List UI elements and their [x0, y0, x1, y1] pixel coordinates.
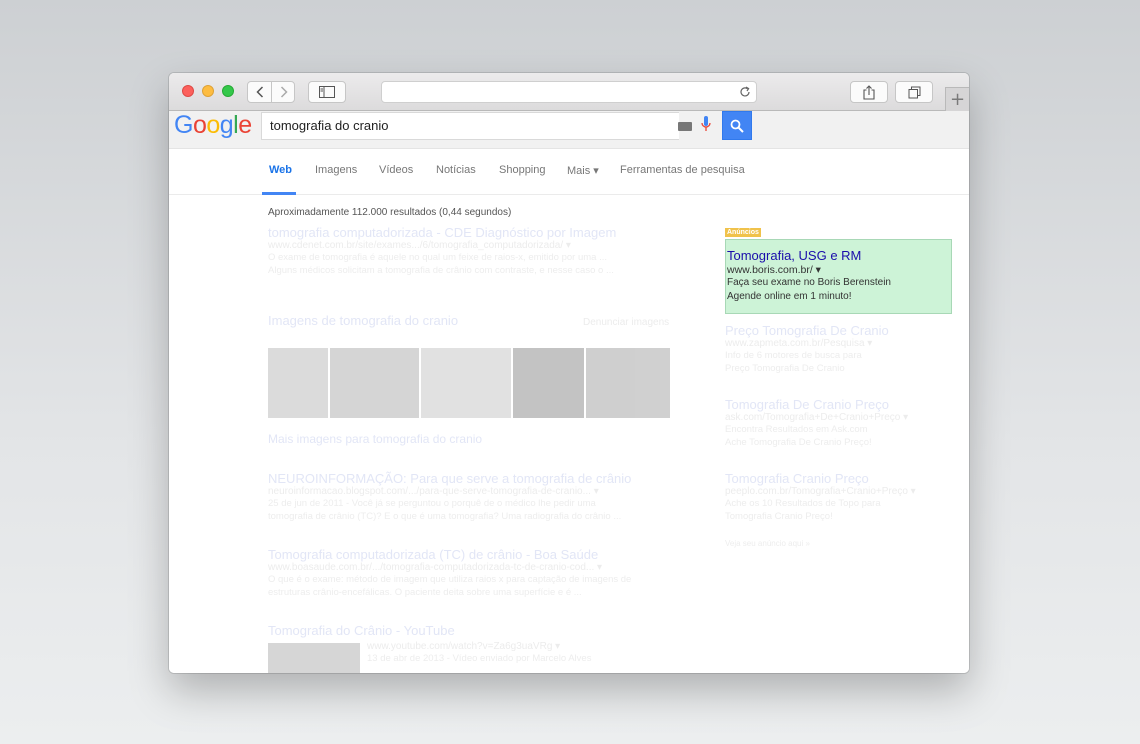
microphone-icon[interactable] [701, 116, 711, 133]
search-button[interactable] [722, 111, 752, 140]
image-thumb[interactable] [268, 348, 328, 418]
result-url: www.youtube.com/watch?v=Za6g3uaVRg ▾ [367, 641, 561, 652]
forward-button[interactable] [272, 82, 295, 102]
ad-text: Agende online em 1 minuto! [727, 291, 852, 302]
tabs-icon [908, 86, 920, 98]
google-logo[interactable]: Google [174, 111, 252, 140]
tab-shopping[interactable]: Shopping [499, 164, 546, 176]
result-stats: Aproximadamente 112.000 resultados (0,44… [268, 207, 512, 218]
sidebar-icon [319, 86, 335, 98]
tab-news[interactable]: Notícias [436, 164, 476, 176]
ad-title[interactable]: Tomografia, USG e RM [727, 248, 951, 263]
ad-url: ask.com/Tomografia+De+Cranio+Preço ▾ [725, 412, 909, 423]
image-thumb[interactable] [421, 348, 511, 418]
minimize-window-button[interactable] [202, 85, 214, 97]
ad-url: peeplo.com.br/Tomografia+Cranio+Preço ▾ [725, 486, 916, 497]
keyboard-icon[interactable] [678, 122, 692, 131]
images-heading[interactable]: Imagens de tomografia do cranio [268, 313, 458, 328]
close-window-button[interactable] [182, 85, 194, 97]
ad-url: www.zapmeta.com.br/Pesquisa ▾ [725, 338, 873, 349]
chevron-right-icon [280, 86, 288, 98]
chevron-left-icon [255, 86, 263, 98]
result-title[interactable]: Tomografia computadorizada (TC) de crâni… [268, 547, 631, 562]
image-results-strip [268, 348, 671, 418]
result-item[interactable]: Tomografia computadorizada (TC) de crâni… [268, 547, 631, 599]
google-header: Google tomografia do cranio [169, 111, 969, 149]
ad-text: Preço Tomografia De Cranio [725, 363, 845, 374]
share-button[interactable] [850, 81, 888, 103]
nav-buttons [247, 81, 295, 103]
ad-item[interactable]: Tomografia Cranio Preço peeplo.com.br/To… [725, 471, 916, 523]
ad-text: Ache os 10 Resultados de Topo para [725, 498, 881, 509]
tab-videos[interactable]: Vídeos [379, 164, 413, 176]
search-input[interactable]: tomografia do cranio [261, 112, 679, 140]
ad-title[interactable]: Preço Tomografia De Cranio [725, 323, 889, 338]
youtube-meta: www.youtube.com/watch?v=Za6g3uaVRg ▾ 13 … [367, 641, 591, 665]
result-title[interactable]: NEUROINFORMAÇÃO: Para que serve a tomogr… [268, 471, 631, 486]
ad-text: Tomografia Cranio Preço! [725, 511, 833, 522]
ad-text: Encontra Resultados em Ask.com [725, 424, 868, 435]
result-item[interactable]: tomografia computadorizada - CDE Diagnós… [268, 225, 616, 277]
result-item[interactable]: NEUROINFORMAÇÃO: Para que serve a tomogr… [268, 471, 631, 523]
back-button[interactable] [248, 82, 272, 102]
share-icon [863, 84, 875, 100]
ad-title[interactable]: Tomografia Cranio Preço [725, 471, 916, 486]
report-images-link[interactable]: Denunciar imagens [583, 317, 669, 328]
image-thumb[interactable] [586, 348, 671, 418]
see-your-ad-text[interactable]: Veja seu anúncio aqui » [725, 537, 810, 550]
ad-item[interactable]: Preço Tomografia De Cranio www.zapmeta.c… [725, 323, 889, 375]
sidebar-button[interactable] [308, 81, 346, 103]
logo-letter: o [206, 111, 220, 139]
images-heading-text[interactable]: Imagens de tomografia do cranio [268, 313, 458, 328]
result-url: www.boasaude.com.br/.../tomografia-compu… [268, 562, 603, 573]
highlighted-ad[interactable]: Tomografia, USG e RM www.boris.com.br/ ▾… [725, 239, 952, 314]
new-tab-button[interactable]: + [945, 87, 969, 111]
ad-text: Ache Tomografia De Cranio Preço! [725, 437, 872, 448]
logo-letter: o [192, 111, 207, 139]
result-snippet: Alguns médicos solicitam a tomografia de… [268, 265, 614, 276]
result-url: www.cdenet.com.br/site/exames.../6/tomog… [268, 240, 571, 251]
logo-letter: e [238, 111, 252, 139]
result-snippet: 13 de abr de 2013 - Vídeo enviado por Ma… [367, 653, 592, 664]
result-snippet: 25 de jun de 2011 - Você já se perguntou… [268, 498, 596, 509]
ad-text: Info de 6 motores de busca para [725, 350, 862, 361]
tab-more[interactable]: Mais ▾ [567, 164, 599, 177]
image-thumb[interactable] [512, 348, 585, 418]
result-snippet: O exame de tomografia é aquele no qual u… [268, 252, 608, 263]
report-images-text[interactable]: Denunciar imagens [583, 317, 669, 328]
search-icon [730, 119, 744, 133]
more-images-text[interactable]: Mais imagens para tomografia do cranio [268, 432, 482, 446]
browser-toolbar [169, 73, 969, 111]
result-title[interactable]: tomografia computadorizada - CDE Diagnós… [268, 225, 616, 240]
image-thumb[interactable] [329, 348, 420, 418]
tab-search-tools[interactable]: Ferramentas de pesquisa [620, 164, 745, 176]
video-thumbnail[interactable] [268, 643, 360, 673]
ad-url: www.boris.com.br/ ▾ [727, 264, 821, 276]
see-your-ad-link[interactable]: Veja seu anúncio aqui » [725, 537, 810, 550]
zoom-window-button[interactable] [222, 85, 234, 97]
youtube-result[interactable]: Tomografia do Crânio - YouTube [268, 623, 455, 638]
address-bar[interactable] [381, 81, 757, 103]
logo-letter: G [174, 111, 193, 139]
ads-label: Anúncios [725, 228, 761, 237]
ad-text: Faça seu exame no Boris Berenstein [727, 277, 891, 288]
results-area: Aproximadamente 112.000 resultados (0,44… [169, 195, 969, 673]
ad-item[interactable]: Tomografia De Cranio Preço ask.com/Tomog… [725, 397, 908, 449]
search-tabs: Web Imagens Vídeos Notícias Shopping Mai… [169, 149, 969, 195]
tab-images[interactable]: Imagens [315, 164, 357, 176]
more-images-link[interactable]: Mais imagens para tomografia do cranio [268, 432, 482, 446]
result-snippet: O que é o exame: método de imagem que ut… [268, 574, 632, 585]
result-url: neuroinformacao.blogspot.com/.../para-qu… [268, 486, 599, 497]
result-snippet: tomografia de crânio (TC)? E o que é uma… [268, 511, 622, 522]
ad-title[interactable]: Tomografia De Cranio Preço [725, 397, 908, 412]
logo-letter: g [219, 111, 234, 139]
browser-window: + Google tomografia do cranio Web Imagen… [169, 73, 969, 673]
result-snippet: estruturas crânio-encefálicas. O pacient… [268, 587, 582, 598]
tabs-overview-button[interactable] [895, 81, 933, 103]
tab-web[interactable]: Web [269, 164, 292, 176]
reload-icon[interactable] [739, 86, 751, 98]
result-title[interactable]: Tomografia do Crânio - YouTube [268, 623, 455, 638]
